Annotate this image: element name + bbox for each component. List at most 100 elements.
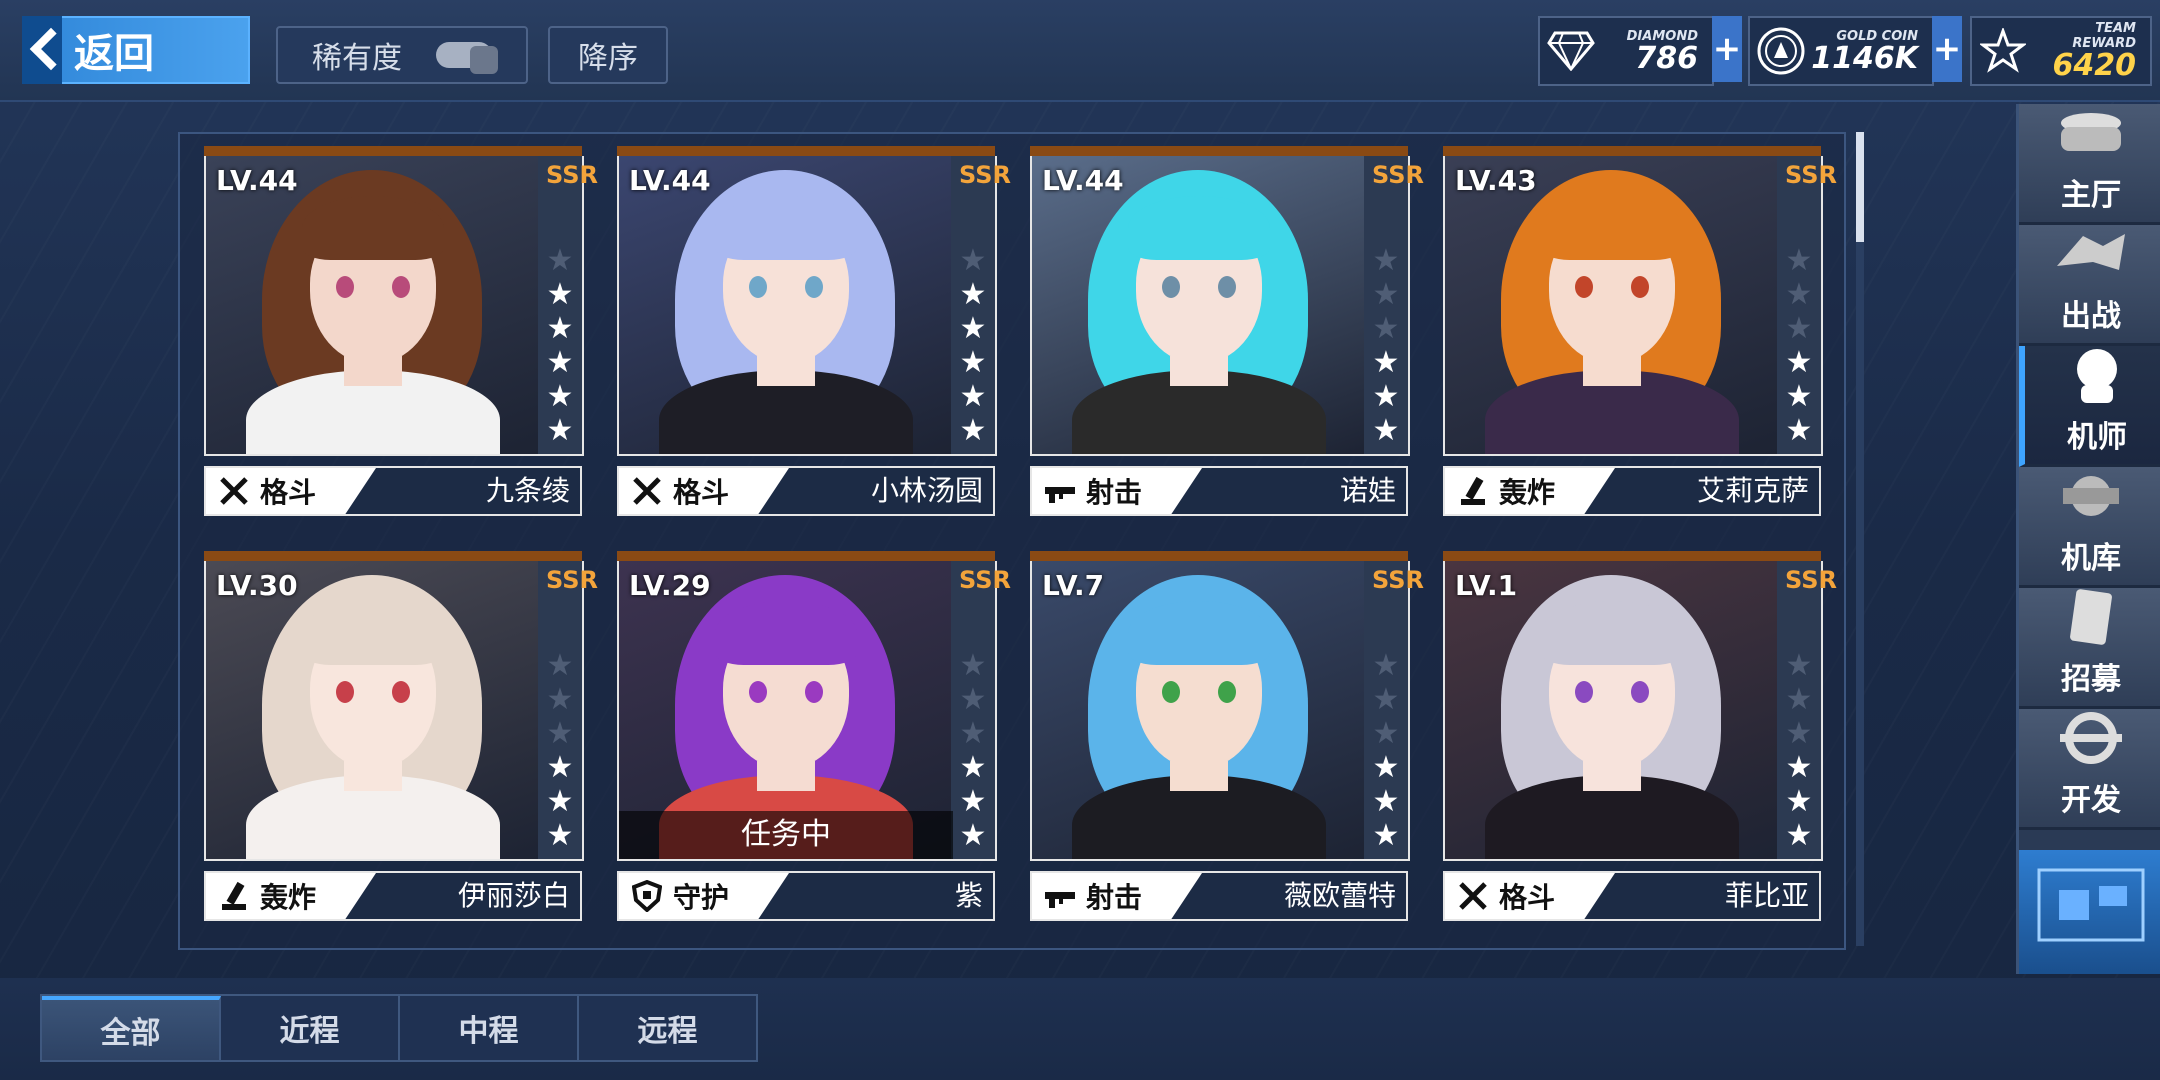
pilot-card[interactable]: LV.43 SSR ★ ★ ★ ★ ★ ★ 轰炸 艾莉克萨 <box>1443 146 1837 516</box>
pilot-name: 诺娃 <box>1339 474 1396 507</box>
star-filled-icon: ★ <box>1785 784 1813 819</box>
plus-icon: + <box>1932 29 1962 69</box>
star-filled-icon: ★ <box>959 413 987 448</box>
pilot-portrait: LV.44 <box>1030 156 1366 456</box>
pilot-info-bar: 守护 紫 <box>617 871 995 921</box>
star-filled-icon: ★ <box>959 784 987 819</box>
pilot-portrait: LV.7 <box>1030 561 1366 861</box>
pilot-type-tag: 守护 <box>619 873 789 919</box>
star-empty-icon: ★ <box>546 648 574 683</box>
star-empty-icon: ★ <box>546 243 574 278</box>
star-filled-icon: ★ <box>546 750 574 785</box>
star-filled-icon: ★ <box>959 379 987 414</box>
star-empty-icon: ★ <box>1785 648 1813 683</box>
add-diamond-button[interactable]: + <box>1712 16 1742 82</box>
pilot-type-tag: 格斗 <box>1445 873 1615 919</box>
rarity-label: SSR <box>1785 161 1837 189</box>
add-gold-button[interactable]: + <box>1932 16 1962 82</box>
sort-rarity-button[interactable]: 稀有度 <box>276 26 528 84</box>
rifle-icon <box>1042 473 1078 509</box>
sort-order-button[interactable]: 降序 <box>548 26 668 84</box>
back-button[interactable]: 返回 <box>22 16 250 84</box>
mortar-icon <box>216 878 252 914</box>
rarity-label: SSR <box>1372 161 1424 189</box>
pilot-portrait: LV.30 <box>204 561 540 861</box>
hangar-icon <box>2051 467 2131 525</box>
sort-rarity-label: 稀有度 <box>312 41 402 76</box>
nav-hangar-label: 机库 <box>2061 541 2121 576</box>
card-top-bar <box>204 146 582 156</box>
pilot-info-bar: 射击 薇欧蕾特 <box>1030 871 1408 921</box>
tab-long-range[interactable]: 远程 <box>579 996 756 1060</box>
star-filled-icon: ★ <box>1372 345 1400 380</box>
star-filled-icon: ★ <box>546 818 574 853</box>
rarity-strip: SSR ★ ★ ★ ★ ★ ★ <box>1364 561 1424 861</box>
scrollbar[interactable] <box>1856 132 1864 946</box>
pilot-card[interactable]: LV.1 SSR ★ ★ ★ ★ ★ ★ 格斗 菲比亚 <box>1443 551 1837 921</box>
pilot-card[interactable]: LV.44 SSR ★ ★ ★ ★ ★ ★ 格斗 小林汤圆 <box>617 146 1011 516</box>
pilot-portrait: LV.29 任务中 <box>617 561 953 861</box>
pilot-art <box>1032 561 1366 859</box>
pilot-card[interactable]: LV.30 SSR ★ ★ ★ ★ ★ ★ 轰炸 伊丽莎白 <box>204 551 598 921</box>
rarity-label: SSR <box>546 161 598 189</box>
right-nav: 主厅 出战 机师 机库 招募 开发 <box>2016 104 2160 974</box>
star-empty-icon: ★ <box>1372 311 1400 346</box>
star-filled-icon: ★ <box>546 784 574 819</box>
nav-develop[interactable]: 开发 <box>2019 709 2160 830</box>
pilot-level: LV.30 <box>216 569 298 602</box>
star-filled-icon: ★ <box>1785 345 1813 380</box>
star-filled-icon: ★ <box>1785 818 1813 853</box>
rifle-icon <box>1042 878 1078 914</box>
star-empty-icon: ★ <box>1785 716 1813 751</box>
pilot-info-bar: 格斗 小林汤圆 <box>617 466 995 516</box>
shield-icon <box>629 878 665 914</box>
star-empty-icon: ★ <box>546 716 574 751</box>
star-rating: ★ ★ ★ ★ ★ ★ <box>538 244 582 448</box>
team-reward-icon <box>1972 20 2034 82</box>
pilot-level: LV.1 <box>1455 569 1518 602</box>
star-filled-icon: ★ <box>1372 784 1400 819</box>
toggle-icon <box>436 42 498 74</box>
card-top-bar <box>1030 146 1408 156</box>
star-filled-icon: ★ <box>1372 413 1400 448</box>
pilot-level: LV.43 <box>1455 164 1537 197</box>
pilot-type-label: 格斗 <box>260 476 317 509</box>
tab-short-range[interactable]: 近程 <box>221 996 400 1060</box>
nav-pilot[interactable]: 机师 <box>2019 346 2160 467</box>
pilot-card[interactable]: LV.7 SSR ★ ★ ★ ★ ★ ★ 射击 薇欧蕾特 <box>1030 551 1424 921</box>
nav-sortie[interactable]: 出战 <box>2019 225 2160 346</box>
back-label: 返回 <box>74 31 154 77</box>
melee-icon <box>1455 878 1491 914</box>
star-rating: ★ ★ ★ ★ ★ ★ <box>1364 244 1408 448</box>
pilot-card[interactable]: LV.29 任务中 SSR ★ ★ ★ ★ ★ ★ 守护 紫 <box>617 551 1011 921</box>
pilot-type-tag: 射击 <box>1032 873 1202 919</box>
pilot-name: 薇欧蕾特 <box>1283 879 1396 912</box>
pilot-type-tag: 轰炸 <box>1445 468 1615 514</box>
nav-recruit[interactable]: 招募 <box>2019 588 2160 709</box>
nav-recruit-label: 招募 <box>2061 662 2121 697</box>
pilot-portrait: LV.43 <box>1443 156 1779 456</box>
tab-all[interactable]: 全部 <box>42 996 221 1060</box>
star-filled-icon: ★ <box>959 345 987 380</box>
range-filter-tabs: 全部 近程 中程 远程 <box>40 994 758 1062</box>
star-filled-icon: ★ <box>1785 379 1813 414</box>
star-rating: ★ ★ ★ ★ ★ ★ <box>1777 649 1821 853</box>
pilot-art <box>1032 156 1366 454</box>
nav-hangar[interactable]: 机库 <box>2019 467 2160 588</box>
star-rating: ★ ★ ★ ★ ★ ★ <box>951 244 995 448</box>
nav-develop-label: 开发 <box>2061 783 2121 818</box>
scrollbar-thumb[interactable] <box>1856 132 1864 242</box>
lobby-icon <box>2051 104 2131 162</box>
pilot-name: 菲比亚 <box>1724 879 1809 912</box>
star-empty-icon: ★ <box>959 682 987 717</box>
rarity-label: SSR <box>959 566 1011 594</box>
star-filled-icon: ★ <box>1372 750 1400 785</box>
tab-mid-range[interactable]: 中程 <box>400 996 579 1060</box>
nav-lobby[interactable]: 主厅 <box>2019 104 2160 225</box>
pilot-type-tag: 轰炸 <box>206 873 376 919</box>
base-minimap[interactable] <box>2019 850 2160 974</box>
pilot-type-label: 轰炸 <box>260 881 317 914</box>
pilot-card[interactable]: LV.44 SSR ★ ★ ★ ★ ★ ★ 格斗 九条绫 <box>204 146 598 516</box>
card-top-bar <box>204 551 582 561</box>
pilot-card[interactable]: LV.44 SSR ★ ★ ★ ★ ★ ★ 射击 诺娃 <box>1030 146 1424 516</box>
